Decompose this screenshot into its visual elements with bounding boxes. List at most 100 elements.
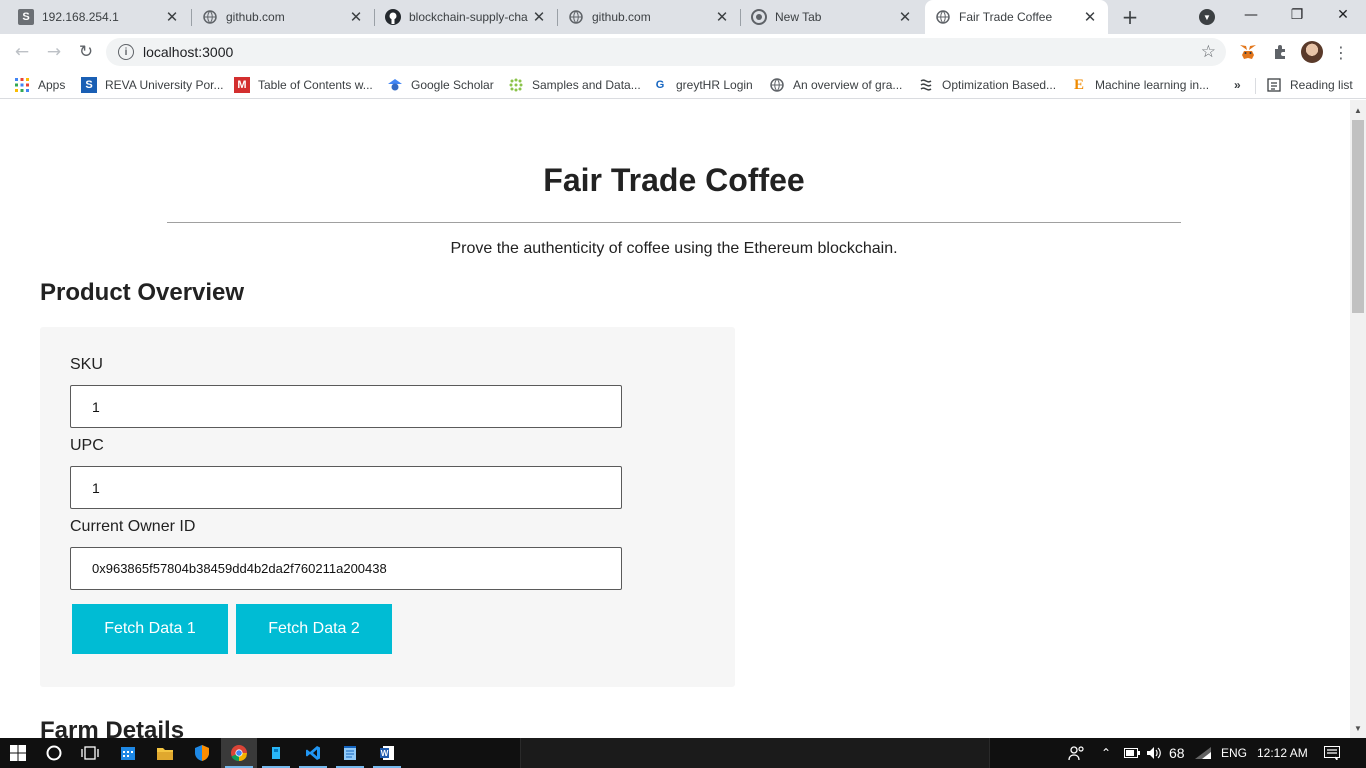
tab-title: 192.168.254.1	[42, 10, 119, 24]
fetch-data-1-button[interactable]: Fetch Data 1	[72, 604, 228, 654]
scroll-thumb[interactable]	[1352, 120, 1364, 313]
tab-strip: S 192.168.254.1 ✕ github.com ✕ blockchai…	[0, 0, 1366, 34]
bookmark-reva-university[interactable]: S REVA University Por...	[81, 75, 223, 95]
close-icon[interactable]: ✕	[348, 8, 364, 26]
forward-arrow-icon[interactable]: →	[40, 38, 68, 66]
bookmark-star-icon[interactable]: ☆	[1201, 42, 1216, 62]
sku-input[interactable]	[70, 385, 622, 428]
scroll-up-arrow-icon[interactable]: ▲	[1350, 102, 1366, 118]
minimize-icon[interactable]: —	[1228, 0, 1274, 30]
notepad-icon[interactable]	[332, 738, 368, 768]
fetch-data-2-button[interactable]: Fetch Data 2	[236, 604, 392, 654]
bookmark-machine-learning[interactable]: E Machine learning in...	[1071, 75, 1209, 95]
reload-icon[interactable]: ↻	[72, 38, 100, 66]
restore-icon[interactable]: ❐	[1274, 0, 1320, 30]
title-divider	[167, 222, 1181, 223]
tab-title: blockchain-supply-cha	[409, 10, 528, 24]
clock-time[interactable]: 12:12 AM	[1257, 738, 1308, 768]
extensions-puzzle-icon[interactable]	[1269, 41, 1291, 63]
svg-text:W: W	[381, 749, 389, 758]
show-hidden-icons-chevron-icon[interactable]: ⌃	[1101, 738, 1111, 768]
people-icon[interactable]	[1068, 738, 1086, 768]
blue-app-icon[interactable]	[258, 738, 294, 768]
language-indicator[interactable]: ENG	[1221, 738, 1247, 768]
reading-list-icon	[1266, 77, 1282, 93]
upc-input[interactable]	[70, 466, 622, 509]
menu-kebab-icon[interactable]: ⋮	[1333, 41, 1349, 63]
scroll-down-arrow-icon[interactable]: ▼	[1350, 720, 1366, 736]
bookmark-label: Table of Contents w...	[258, 78, 373, 92]
tab-title: Fair Trade Coffee	[959, 10, 1053, 24]
bookmark-overview-of-gra[interactable]: An overview of gra...	[769, 75, 902, 95]
close-icon[interactable]: ✕	[531, 8, 547, 26]
tab-new-tab[interactable]: New Tab ✕	[741, 0, 923, 34]
bookmark-table-of-contents[interactable]: M Table of Contents w...	[234, 75, 373, 95]
close-icon[interactable]: ✕	[897, 8, 913, 26]
chrome-icon	[751, 9, 767, 25]
bookmarks-bar: Apps S REVA University Por... M Table of…	[0, 70, 1366, 99]
page-scrollbar[interactable]: ▲ ▼	[1350, 100, 1366, 738]
current-owner-id-label: Current Owner ID	[70, 518, 196, 535]
dots-icon	[508, 77, 524, 93]
file-explorer-icon[interactable]	[147, 738, 183, 768]
battery-percent[interactable]: 68	[1169, 738, 1185, 768]
task-view-icon[interactable]	[72, 738, 108, 768]
bookmark-label: REVA University Por...	[105, 78, 224, 92]
volume-icon[interactable]	[1146, 738, 1162, 768]
window-close-icon[interactable]: ✕	[1320, 0, 1366, 30]
close-icon[interactable]: ✕	[1082, 8, 1098, 26]
bookmark-label: Machine learning in...	[1095, 78, 1210, 92]
tab-search-icon[interactable]: ▼	[1199, 9, 1215, 25]
reading-list-button[interactable]: Reading list	[1266, 75, 1353, 95]
windows-taskbar: W ⌃ 68 ENG 12:12 AM	[0, 738, 1366, 768]
tab-fair-trade-coffee[interactable]: Fair Trade Coffee ✕	[925, 0, 1108, 34]
tab-github-1[interactable]: github.com ✕	[192, 0, 374, 34]
bookmark-optimization-based[interactable]: Optimization Based...	[918, 75, 1056, 95]
chrome-taskbar-icon[interactable]	[221, 738, 257, 768]
back-arrow-icon[interactable]: ←	[8, 38, 36, 66]
upc-label: UPC	[70, 437, 104, 454]
globe-icon	[769, 77, 785, 93]
farm-details-heading: Farm Details	[40, 717, 185, 738]
browser-toolbar: ← → ↻ i localhost:3000 ☆ ⋮	[0, 34, 1366, 70]
tab-192-168-254-1[interactable]: S 192.168.254.1 ✕	[8, 0, 190, 34]
product-overview-form: SKU UPC Current Owner ID Fetch Data 1 Fe…	[40, 327, 735, 687]
bookmark-label: Optimization Based...	[942, 78, 1057, 92]
bookmark-apps[interactable]: Apps	[14, 75, 65, 95]
vscode-icon[interactable]	[295, 738, 331, 768]
apps-grid-icon	[14, 77, 30, 93]
tab-title: github.com	[592, 10, 651, 24]
bookmarks-overflow-chevron-icon[interactable]: »	[1234, 75, 1241, 95]
scholar-icon	[387, 77, 403, 93]
page-viewport: Fair Trade Coffee Prove the authenticity…	[0, 100, 1350, 738]
action-center-icon[interactable]	[1324, 738, 1340, 768]
close-icon[interactable]: ✕	[164, 8, 180, 26]
github-icon	[385, 9, 401, 25]
bookmark-google-scholar[interactable]: Google Scholar	[387, 75, 494, 95]
letter-s-icon: S	[18, 9, 34, 25]
wave-icon	[918, 77, 934, 93]
current-owner-id-input[interactable]	[70, 547, 622, 590]
letter-s-icon: S	[81, 77, 97, 93]
calendar-icon[interactable]	[110, 738, 146, 768]
metamask-fox-icon[interactable]	[1237, 41, 1259, 63]
bookmark-greythr-login[interactable]: G greytHR Login	[652, 75, 753, 95]
bookmark-samples-and-data[interactable]: Samples and Data...	[508, 75, 641, 95]
letter-e-icon: E	[1073, 76, 1084, 93]
search-circle-icon[interactable]	[36, 738, 72, 768]
page-subtitle: Prove the authenticity of coffee using t…	[450, 240, 898, 257]
close-icon[interactable]: ✕	[714, 8, 730, 26]
address-bar[interactable]: i localhost:3000 ☆	[106, 38, 1226, 66]
tab-blockchain-supply-chain[interactable]: blockchain-supply-cha ✕	[375, 0, 557, 34]
word-icon[interactable]: W	[369, 738, 405, 768]
windows-start-icon[interactable]	[0, 738, 36, 768]
battery-icon[interactable]	[1124, 738, 1140, 768]
security-shield-icon[interactable]	[184, 738, 220, 768]
wifi-icon[interactable]	[1194, 738, 1212, 768]
bookmarks-divider	[1255, 78, 1256, 94]
new-tab-plus-icon[interactable]: +	[1118, 5, 1142, 29]
tab-github-2[interactable]: github.com ✕	[558, 0, 740, 34]
site-info-icon[interactable]: i	[118, 44, 134, 60]
url-text[interactable]: localhost:3000	[143, 44, 233, 60]
profile-avatar[interactable]	[1301, 41, 1323, 63]
